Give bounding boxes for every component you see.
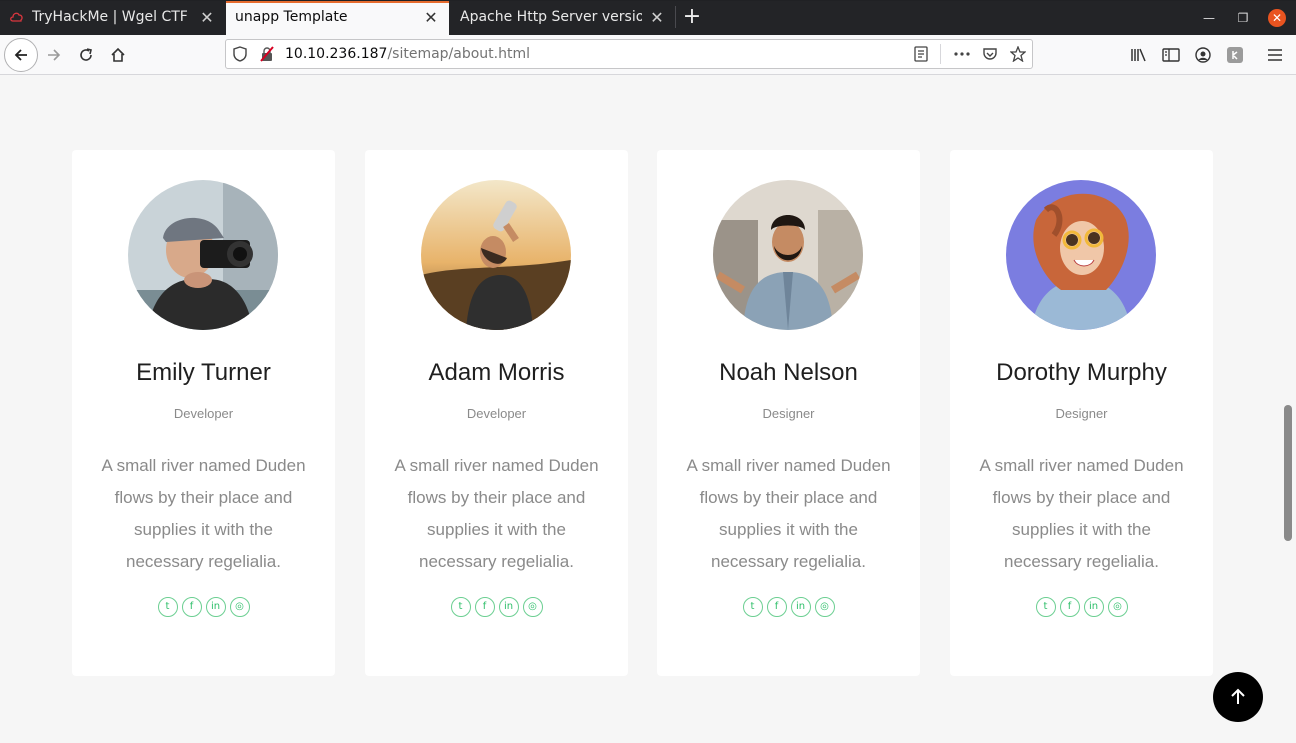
account-icon[interactable]	[1192, 44, 1214, 66]
team-card: Dorothy Murphy Designer A small river na…	[950, 150, 1213, 676]
tab-label: TryHackMe | Wgel CTF	[32, 9, 188, 25]
arrow-left-icon	[14, 49, 27, 61]
linkedin-icon[interactable]: in	[498, 597, 519, 617]
member-description: A small river named Duden flows by their…	[979, 456, 1184, 571]
dribbble-icon[interactable]: ◎	[229, 597, 250, 617]
tab-unapp[interactable]: unapp Template ✕	[226, 1, 449, 35]
shield-icon[interactable]	[231, 45, 249, 63]
team-card: Emily Turner Developer A small river nam…	[72, 150, 335, 676]
insecure-lock-icon[interactable]	[258, 45, 276, 63]
twitter-icon[interactable]: t	[742, 597, 763, 617]
dribbble-icon[interactable]: ◎	[1107, 597, 1128, 617]
bookmark-star-icon[interactable]	[1009, 45, 1027, 63]
linkedin-icon[interactable]: in	[790, 597, 811, 617]
facebook-icon[interactable]: f	[1059, 597, 1080, 617]
library-icon[interactable]	[1128, 44, 1150, 66]
dribbble-icon[interactable]: ◎	[814, 597, 835, 617]
dribbble-icon[interactable]: ◎	[522, 597, 543, 617]
menu-hamburger-icon[interactable]	[1264, 44, 1286, 66]
sidebar-icon[interactable]	[1160, 44, 1182, 66]
member-description: A small river named Duden flows by their…	[394, 456, 599, 571]
member-name: Adam Morris	[428, 359, 565, 386]
twitter-icon[interactable]: t	[1035, 597, 1056, 617]
member-description: A small river named Duden flows by their…	[101, 456, 306, 571]
tryhackme-favicon-icon	[10, 11, 24, 23]
tab-label: Apache Http Server version	[460, 9, 642, 25]
more-actions-icon[interactable]	[953, 45, 971, 63]
arrow-right-icon	[48, 49, 61, 61]
back-button[interactable]	[4, 38, 38, 72]
social-links: t f in ◎	[950, 597, 1213, 617]
new-tab-button[interactable]: +	[681, 6, 703, 29]
url-separator	[940, 44, 941, 64]
twitter-icon[interactable]: t	[450, 597, 471, 617]
team-card: Noah Nelson Designer A small river named…	[657, 150, 920, 676]
forward-button[interactable]	[38, 39, 70, 71]
arrow-up-icon	[1231, 688, 1245, 704]
avatar	[421, 180, 571, 330]
tab-tryhackme[interactable]: TryHackMe | Wgel CTF ✕	[0, 1, 225, 35]
close-tab-icon[interactable]: ✕	[423, 10, 439, 26]
close-tab-icon[interactable]: ✕	[649, 10, 665, 26]
twitter-icon[interactable]: t	[157, 597, 178, 617]
avatar	[128, 180, 278, 330]
facebook-icon[interactable]: f	[474, 597, 495, 617]
member-description: A small river named Duden flows by their…	[686, 456, 891, 571]
scroll-to-top-button[interactable]	[1213, 672, 1263, 722]
linkedin-icon[interactable]: in	[1083, 597, 1104, 617]
linkedin-icon[interactable]: in	[205, 597, 226, 617]
close-tab-icon[interactable]: ✕	[199, 10, 215, 26]
member-role: Developer	[466, 406, 527, 421]
tab-separator	[675, 6, 676, 28]
minimize-icon[interactable]: —	[1200, 9, 1218, 27]
team-card: Adam Morris Developer A small river name…	[365, 150, 628, 676]
reload-button[interactable]	[70, 39, 102, 71]
member-role: Developer	[173, 406, 234, 421]
tab-label: unapp Template	[235, 9, 348, 25]
social-links: t f in ◎	[365, 597, 628, 617]
facebook-icon[interactable]: f	[181, 597, 202, 617]
member-name: Noah Nelson	[719, 359, 858, 386]
url-path: /sitemap/about.html	[387, 46, 530, 62]
url-text[interactable]: 10.10.236.187/sitemap/about.html	[285, 46, 530, 62]
facebook-icon[interactable]: f	[766, 597, 787, 617]
restore-icon[interactable]: ❐	[1234, 9, 1252, 27]
social-links: t f in ◎	[657, 597, 920, 617]
reader-view-icon[interactable]	[912, 45, 930, 63]
url-bar[interactable]: 10.10.236.187/sitemap/about.html	[225, 39, 1033, 69]
social-links: t f in ◎	[72, 597, 335, 617]
url-host: 10.10.236.187	[285, 46, 388, 62]
reload-icon	[80, 48, 92, 61]
extension-icon[interactable]	[1224, 44, 1246, 66]
member-name: Emily Turner	[136, 359, 271, 386]
vertical-scrollbar[interactable]	[1284, 405, 1292, 541]
member-role: Designer	[762, 406, 815, 421]
pocket-icon[interactable]	[981, 45, 999, 63]
member-role: Designer	[1055, 406, 1108, 421]
tab-strip: TryHackMe | Wgel CTF ✕ unapp Template ✕ …	[0, 0, 1296, 35]
navigation-bar: 10.10.236.187/sitemap/about.html	[0, 35, 1296, 75]
tab-apache[interactable]: Apache Http Server version ✕	[450, 1, 675, 35]
home-button[interactable]	[102, 39, 134, 71]
avatar	[713, 180, 863, 330]
window-close-icon[interactable]: ✕	[1268, 9, 1286, 27]
avatar	[1006, 180, 1156, 330]
page-content: Emily Turner Developer A small river nam…	[0, 75, 1296, 743]
home-icon	[111, 47, 125, 62]
member-name: Dorothy Murphy	[996, 359, 1167, 386]
